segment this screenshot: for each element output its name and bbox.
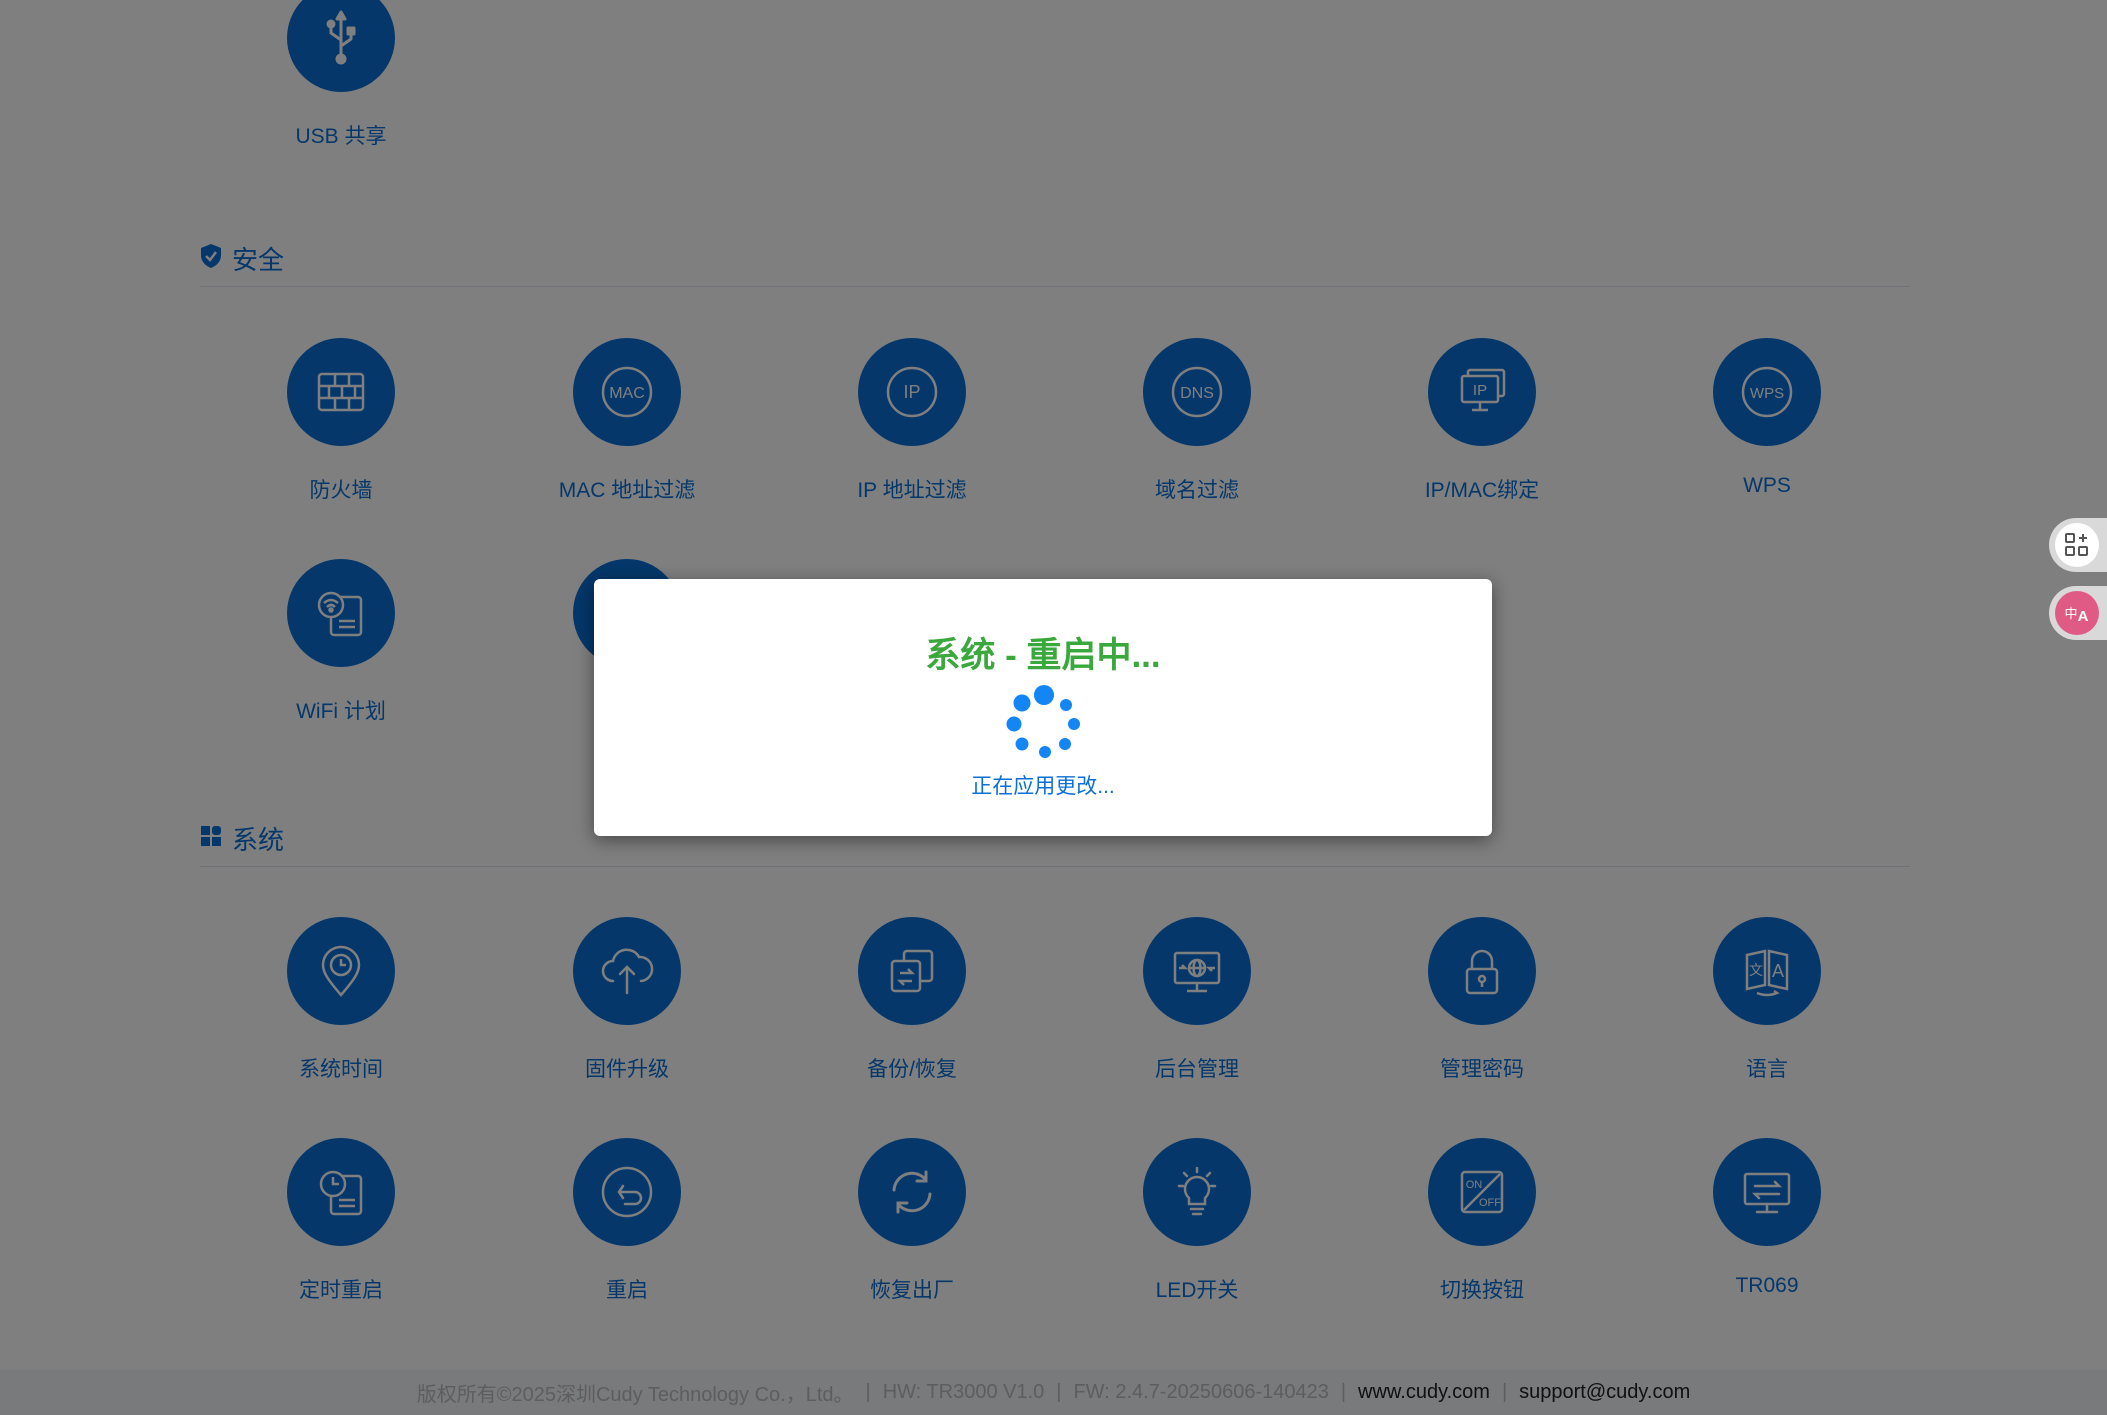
modal-title: 系统 - 重启中...	[925, 636, 1161, 675]
side-apps-button[interactable]	[2049, 518, 2107, 572]
side-translate-button[interactable]: 中 A	[2049, 586, 2107, 640]
apps-add-icon	[2055, 523, 2099, 567]
reboot-modal: 系统 - 重启中... 正在应用更改...	[594, 579, 1492, 836]
loading-spinner	[1006, 685, 1080, 758]
svg-text:中: 中	[2064, 607, 2077, 622]
svg-text:A: A	[2078, 608, 2089, 625]
translate-icon: 中 A	[2055, 591, 2099, 635]
modal-subtitle: 正在应用更改...	[971, 775, 1115, 798]
